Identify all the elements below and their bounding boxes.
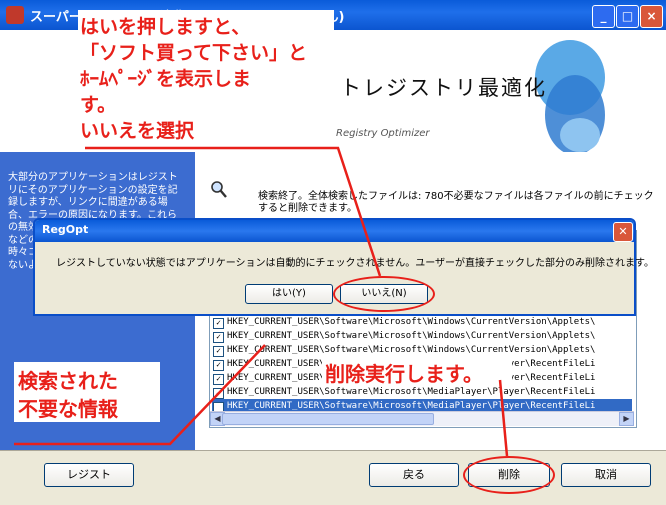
yes-button[interactable]: はい(Y) <box>245 284 333 304</box>
banner-title: トレジストリ最適化 <box>340 76 547 100</box>
banner-subtitle: Registry Optimizer <box>336 128 430 139</box>
minimize-button[interactable]: _ <box>592 5 615 28</box>
cancel-button[interactable]: 取消 <box>561 463 651 487</box>
annotation-text: 不要な情報 <box>18 397 118 421</box>
app-icon <box>6 6 24 24</box>
maximize-button[interactable]: □ <box>616 5 639 28</box>
list-item[interactable]: ✓ HKEY_CURRENT_USER\Software\Microsoft\Wi… <box>212 315 632 329</box>
annotation-text: す。 <box>80 94 117 116</box>
close-button[interactable]: × <box>640 5 663 28</box>
highlight-circle-no <box>333 276 435 312</box>
dialog-title: RegOpt <box>42 223 89 236</box>
annotation-text: 「ソフト買って下さい」と <box>80 42 308 64</box>
scrollbar-thumb[interactable] <box>222 413 434 425</box>
dialog-message: レジストしていない状態ではアプリケーションは自動的にチェックされません。ユーザー… <box>56 258 654 269</box>
dialog-close-icon[interactable]: ✕ <box>613 222 633 242</box>
checkbox[interactable]: ✓ <box>213 332 224 343</box>
checkbox[interactable]: ✓ <box>213 374 224 385</box>
register-button[interactable]: レジスト <box>44 463 134 487</box>
annotation-text: いいえを選択 <box>80 120 195 142</box>
list-item[interactable]: ✓HKEY_CURRENT_USER\Software\Microsoft\Me… <box>212 385 632 399</box>
annotation-text: ﾎｰﾑﾍﾟｰｼﾞを表示しま <box>80 68 252 90</box>
checkbox[interactable]: ✓ <box>213 318 224 329</box>
checkbox[interactable]: ✓ <box>213 360 224 371</box>
checkbox[interactable]: ✓ <box>213 388 224 399</box>
annotation-text: 削除実行します。 <box>325 362 483 386</box>
scroll-right-icon[interactable]: ▶ <box>619 412 634 426</box>
annotation-text: はいを押しますと、 <box>80 16 251 38</box>
list-item[interactable]: ✓ HKEY_CURRENT_USER\Software\Microsoft\Wi… <box>212 329 632 343</box>
highlight-circle-delete <box>463 456 555 494</box>
back-button[interactable]: 戻る <box>369 463 459 487</box>
annotation-text: 検索された <box>18 369 118 393</box>
search-status: 検索終了。全体検索したファイルは: 780不必要なファイルは各ファイルの前にチェ… <box>258 191 654 214</box>
list-item[interactable]: ✓ HKEY_CURRENT_USER\Software\Microsoft\Wi… <box>212 343 632 357</box>
checkbox[interactable]: ✓ <box>213 346 224 357</box>
dialog-title-bar <box>35 220 634 242</box>
logo-graphic-highlight <box>560 118 600 152</box>
search-icon <box>211 181 227 198</box>
